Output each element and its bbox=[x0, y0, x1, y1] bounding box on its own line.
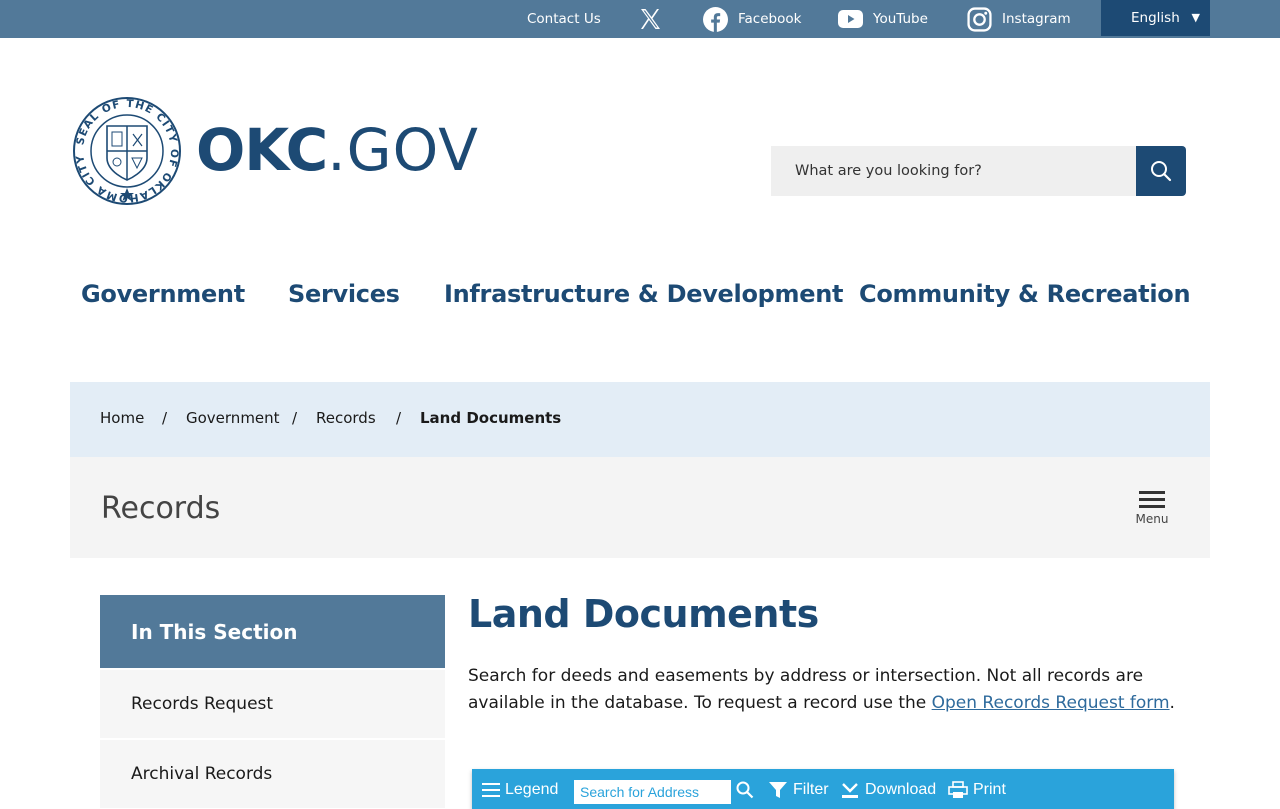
breadcrumb-government[interactable]: Government bbox=[186, 409, 280, 427]
caret-down-icon: ▼ bbox=[1191, 11, 1200, 24]
download-button[interactable]: Download bbox=[840, 779, 936, 801]
facebook-label: Facebook bbox=[738, 11, 802, 27]
search-icon bbox=[736, 781, 754, 799]
utility-bar: Contact Us Facebook YouTube Instagram En… bbox=[0, 0, 1280, 38]
x-icon[interactable] bbox=[638, 0, 662, 38]
city-seal-logo[interactable]: SEAL OF THE CITY OF OKLAHOMA CITY bbox=[72, 96, 182, 206]
breadcrumb-separator: / bbox=[292, 409, 298, 427]
page-title: Land Documents bbox=[468, 592, 819, 636]
download-label: Download bbox=[865, 781, 937, 798]
site-search-input[interactable]: What are you looking for? bbox=[771, 146, 1137, 196]
main-navigation: Government Services Infrastructure & Dev… bbox=[0, 280, 1280, 312]
menu-label: Menu bbox=[1135, 512, 1169, 526]
filter-label: Filter bbox=[793, 781, 829, 798]
sidebar-item-archival-records[interactable]: Archival Records bbox=[100, 740, 445, 808]
okc-gov-wordmark[interactable]: OKC .GOV bbox=[196, 116, 479, 186]
breadcrumb-records[interactable]: Records bbox=[316, 409, 376, 427]
section-header: Records Menu bbox=[70, 457, 1210, 558]
search-button[interactable] bbox=[1136, 146, 1186, 196]
wordmark-gov: .GOV bbox=[327, 116, 479, 184]
language-select[interactable]: English ▼ bbox=[1101, 0, 1210, 36]
section-title: Records bbox=[101, 491, 221, 526]
wordmark-okc: OKC bbox=[196, 116, 328, 184]
open-records-request-link[interactable]: Open Records Request form bbox=[932, 693, 1170, 713]
youtube-label: YouTube bbox=[873, 11, 928, 27]
intro-paragraph: Search for deeds and easements by addres… bbox=[468, 663, 1188, 717]
sidebar-item-records-request[interactable]: Records Request bbox=[100, 670, 445, 738]
instagram-label: Instagram bbox=[1002, 11, 1071, 27]
address-search-button[interactable] bbox=[736, 779, 754, 801]
contact-us-link[interactable]: Contact Us bbox=[527, 0, 601, 38]
facebook-link[interactable]: Facebook bbox=[703, 0, 801, 38]
list-icon bbox=[482, 783, 500, 797]
search-icon bbox=[1151, 161, 1172, 182]
printer-icon bbox=[948, 781, 968, 798]
intro-end: . bbox=[1169, 693, 1175, 713]
youtube-icon bbox=[838, 10, 863, 28]
hamburger-icon bbox=[1134, 491, 1170, 508]
filter-icon bbox=[769, 782, 787, 798]
facebook-icon bbox=[703, 6, 728, 32]
print-button[interactable]: Print bbox=[948, 779, 1006, 801]
download-icon bbox=[842, 783, 858, 798]
breadcrumb-current: Land Documents bbox=[420, 409, 562, 427]
map-toolbar: Legend Search for Address Filter Downloa… bbox=[472, 769, 1174, 809]
breadcrumb-separator: / bbox=[162, 409, 168, 427]
nav-infrastructure-development[interactable]: Infrastructure & Development bbox=[444, 280, 843, 308]
print-label: Print bbox=[973, 781, 1006, 798]
nav-community-recreation[interactable]: Community & Recreation bbox=[859, 280, 1191, 308]
section-menu-button[interactable]: Menu bbox=[1134, 491, 1170, 526]
breadcrumb-home[interactable]: Home bbox=[100, 409, 144, 427]
filter-button[interactable]: Filter bbox=[768, 779, 829, 801]
sidebar-heading: In This Section bbox=[100, 595, 445, 668]
nav-government[interactable]: Government bbox=[81, 280, 245, 308]
address-search-input[interactable]: Search for Address bbox=[574, 780, 731, 804]
breadcrumb: Home / Government / Records / Land Docum… bbox=[70, 382, 1210, 457]
language-label: English bbox=[1131, 10, 1180, 26]
nav-services[interactable]: Services bbox=[288, 280, 400, 308]
youtube-link[interactable]: YouTube bbox=[838, 0, 928, 38]
instagram-link[interactable]: Instagram bbox=[967, 0, 1071, 38]
legend-label: Legend bbox=[505, 781, 559, 798]
instagram-icon bbox=[967, 6, 992, 32]
breadcrumb-separator: / bbox=[396, 409, 402, 427]
legend-button[interactable]: Legend bbox=[482, 779, 558, 801]
